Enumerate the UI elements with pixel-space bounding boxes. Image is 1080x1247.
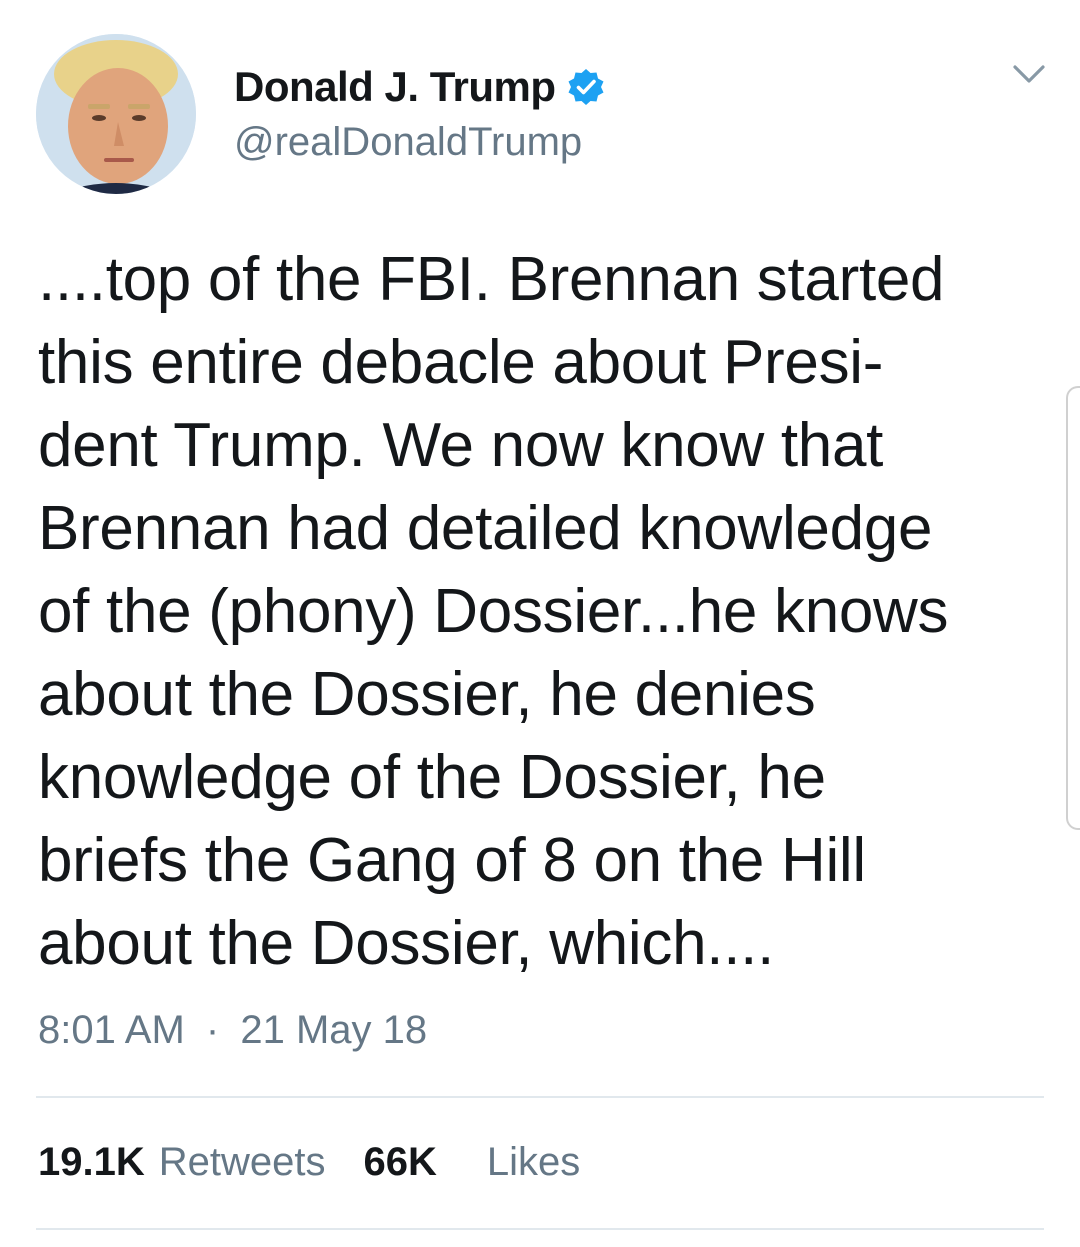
likes-count: 66K: [363, 1140, 437, 1184]
retweets-stat[interactable]: 19.1K Retweets: [38, 1140, 326, 1185]
tweet-date: 21 May 18: [240, 1008, 428, 1052]
likes-label: Likes: [486, 1140, 581, 1184]
name-row: Donald J. Trump: [234, 60, 606, 114]
divider: [36, 1228, 1044, 1230]
tweet-timestamp[interactable]: 8:01 AM · 21 May 18: [38, 1008, 427, 1053]
timestamp-separator: ·: [205, 1008, 220, 1052]
retweets-label: Retweets: [158, 1140, 326, 1184]
verified-badge-icon: [566, 67, 606, 107]
likes-stat[interactable]: 66K Likes: [364, 1140, 581, 1185]
display-name[interactable]: Donald J. Trump: [234, 63, 556, 111]
avatar[interactable]: [36, 34, 196, 194]
chevron-down-icon[interactable]: [1012, 62, 1046, 86]
user-handle[interactable]: @realDonaldTrump: [234, 120, 582, 165]
scroll-indicator[interactable]: [1066, 386, 1080, 830]
avatar-image: [36, 34, 196, 194]
divider: [36, 1096, 1044, 1098]
tweet-time: 8:01 AM: [38, 1008, 185, 1052]
engagement-stats: 19.1K Retweets 66K Likes: [38, 1140, 580, 1185]
tweet-text: ....top of the FBI. Brennan started this…: [38, 245, 949, 978]
retweets-count: 19.1K: [38, 1140, 145, 1184]
